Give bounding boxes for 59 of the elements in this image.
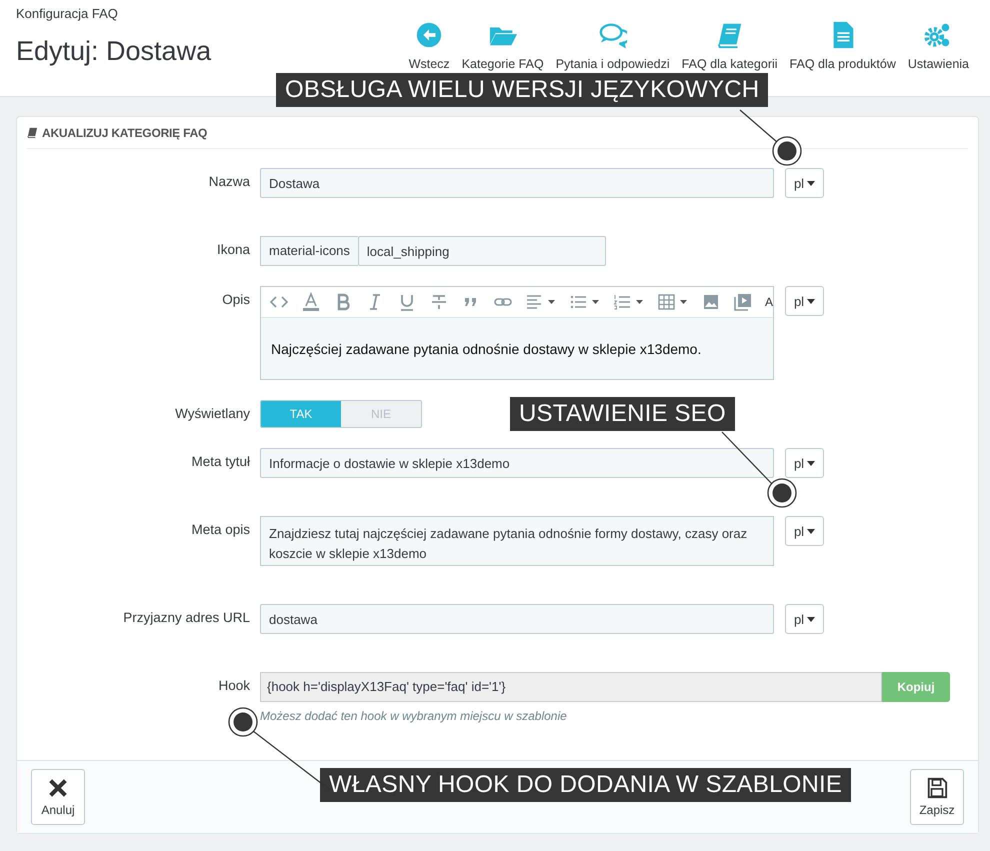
- language-dropdown[interactable]: pl: [785, 286, 824, 316]
- language-dropdown[interactable]: pl: [785, 448, 824, 478]
- marker-dot: [767, 478, 797, 508]
- toolbar-link[interactable]: Ustawienia: [902, 21, 975, 71]
- text-field[interactable]: Dostawa: [260, 168, 774, 198]
- text-field[interactable]: Informacje o dostawie w sklepie x13demo: [260, 448, 774, 478]
- toolbar-link[interactable]: FAQ dla kategorii: [676, 21, 784, 71]
- leader-line: [740, 110, 778, 142]
- field-label: Opis: [221, 291, 251, 307]
- book-icon: [27, 127, 38, 138]
- video-icon[interactable]: [733, 292, 753, 312]
- caret-icon: [807, 616, 816, 622]
- marker-dot: [772, 136, 802, 166]
- page-title: Edytuj: Dostawa: [16, 36, 212, 67]
- toolbar-link[interactable]: Wstecz: [402, 21, 456, 71]
- field-label: Hook: [217, 677, 251, 693]
- save-button[interactable]: Zapisz: [910, 769, 964, 825]
- caret-icon: [807, 180, 816, 186]
- caret-icon: [807, 528, 816, 534]
- image-icon[interactable]: [701, 292, 721, 312]
- align-dropdown-icon[interactable]: [525, 292, 557, 312]
- numbered-list-icon[interactable]: [613, 292, 645, 312]
- field-label: Meta opis: [190, 521, 251, 537]
- editor-text: Najczęściej zadawane pytania odnośnie dostawy w sklepie x13demo.: [270, 340, 702, 357]
- language-dropdown[interactable]: pl: [785, 604, 824, 634]
- leader-line: [722, 432, 774, 486]
- cancel-button[interactable]: Anuluj: [31, 769, 85, 825]
- toolbar-button[interactable]: A: [765, 295, 774, 309]
- field-label: Przyjazny adres URL: [122, 609, 251, 625]
- close-icon: [47, 777, 69, 799]
- callout-label: OBSŁUGA WIELU WERSJI JĘZYKOWYCH: [276, 73, 768, 107]
- toolbar-link[interactable]: FAQ dla produktów: [784, 21, 902, 71]
- icon-field[interactable]: local_shipping: [358, 236, 606, 266]
- strikethrough-icon[interactable]: [429, 292, 449, 312]
- table-icon[interactable]: [657, 292, 689, 312]
- marker-dot: [228, 707, 258, 737]
- caret-icon: [807, 298, 816, 304]
- hook-field[interactable]: {hook h='displayX13Faq' type='faq' id='1'}: [260, 672, 882, 702]
- language-dropdown[interactable]: pl: [785, 516, 824, 546]
- language-dropdown[interactable]: pl: [785, 168, 824, 198]
- field-label: Wyświetlany: [174, 405, 251, 421]
- input-addon: material-icons: [260, 236, 358, 266]
- toolbar-link[interactable]: Pytania i odpowiedzi: [550, 21, 676, 71]
- textarea-field[interactable]: Znajdziesz tutaj najczęściej zadawane pytania odnośnie formy dostawy, czasy oraz koszcie w sklepie x13demo: [260, 516, 774, 566]
- callout-label: USTAWIENIE SEO: [510, 397, 735, 431]
- caret-icon: [807, 460, 816, 466]
- callout-label: WŁASNY HOOK DO DODANIA W SZABLONIE: [320, 768, 852, 802]
- rich-text-editor[interactable]: A Najczęściej zadawane pytania odnośnie dostawy w sklepie x13demo.: [260, 286, 774, 380]
- field-label: Ikona: [216, 241, 251, 257]
- field-label: Meta tytuł: [190, 453, 251, 469]
- text-color-icon[interactable]: [301, 292, 321, 312]
- book-icon: [716, 21, 744, 49]
- toolbar-link[interactable]: Kategorie FAQ: [456, 21, 550, 71]
- field-label: Nazwa: [208, 173, 251, 189]
- chat-icon: [598, 21, 627, 49]
- breadcrumb[interactable]: Konfiguracja FAQ: [16, 6, 212, 21]
- help-text: Możesz dodać ten hook w wybranym miejscu w szablonie: [260, 709, 568, 723]
- text-field[interactable]: dostawa: [260, 604, 774, 634]
- panel-heading: AKUALIZUJ KATEGORIĘ FAQ: [42, 126, 208, 140]
